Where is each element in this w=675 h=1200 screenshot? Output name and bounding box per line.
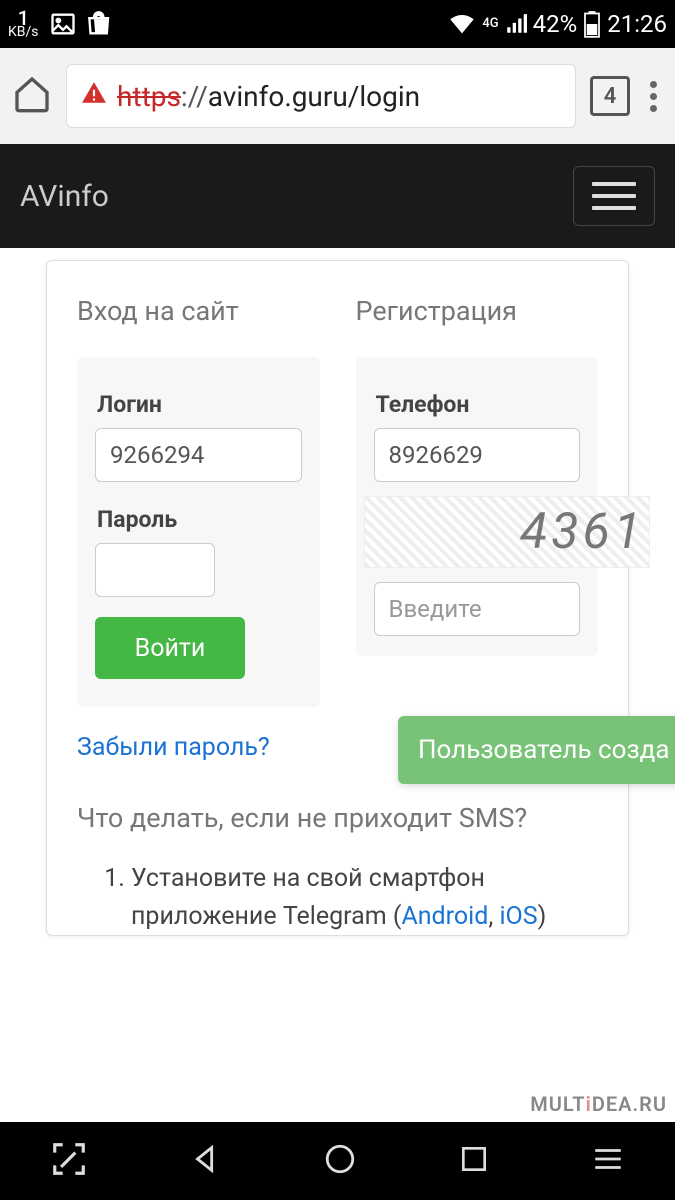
url-host: avinfo.guru xyxy=(208,80,348,113)
captcha-text: 4361 xyxy=(520,503,645,561)
success-toast: Пользователь созда xyxy=(398,716,675,784)
page-content: Вход на сайт Логин Пароль Войти Забыли п… xyxy=(0,248,675,1122)
login-title: Вход на сайт xyxy=(77,295,320,327)
sms-help-step1b: ) xyxy=(538,902,547,931)
captcha-image: 4361 xyxy=(364,496,651,568)
password-label: Пароль xyxy=(97,506,302,533)
forgot-password-link[interactable]: Забыли пароль? xyxy=(77,733,270,762)
login-column: Вход на сайт Логин Пароль Войти Забыли п… xyxy=(77,295,320,802)
android-nav-bar xyxy=(0,1122,675,1200)
toast-message: Пользователь созда xyxy=(418,735,670,765)
register-title: Регистрация xyxy=(356,295,599,327)
android-status-bar: 1 KB/s 4G 42% 21:26 xyxy=(0,0,675,48)
phone-label: Телефон xyxy=(376,391,581,418)
login-submit-button[interactable]: Войти xyxy=(95,617,245,679)
password-input[interactable] xyxy=(95,543,215,597)
url-scheme: https xyxy=(117,80,181,113)
sms-sep: , xyxy=(488,902,499,931)
warning-icon xyxy=(81,80,107,113)
tab-switcher[interactable]: 4 xyxy=(590,76,630,116)
status-left: 1 KB/s xyxy=(8,10,115,39)
browser-toolbar: https://avinfo.guru/login 4 xyxy=(0,48,675,144)
telegram-ios-link[interactable]: iOS xyxy=(499,902,537,931)
shopping-bag-icon xyxy=(87,10,115,38)
speed-unit: KB/s xyxy=(8,27,39,39)
url-sep: :// xyxy=(181,80,208,113)
url-bar[interactable]: https://avinfo.guru/login xyxy=(66,64,576,128)
sms-help-title: Что делать, если не приходит SMS? xyxy=(77,802,598,834)
browser-menu-button[interactable] xyxy=(644,81,663,112)
phone-input[interactable] xyxy=(374,428,581,482)
back-icon[interactable] xyxy=(189,1142,223,1180)
picture-icon xyxy=(49,10,77,38)
login-panel: Логин Пароль Войти xyxy=(77,357,320,707)
network-type: 4G xyxy=(482,18,498,29)
captcha-input[interactable] xyxy=(374,582,581,636)
site-menu-button[interactable] xyxy=(573,166,655,226)
battery-icon xyxy=(583,10,601,38)
tab-count-value: 4 xyxy=(604,84,617,109)
sms-help-step-1: Установите на свой смартфон приложение T… xyxy=(131,860,598,935)
watermark: MULTiDEA.RU xyxy=(530,1092,667,1116)
site-header: AVinfo xyxy=(0,144,675,248)
network-speed: 1 KB/s xyxy=(8,10,39,39)
login-label: Логин xyxy=(97,391,302,418)
status-right: 4G 42% 21:26 xyxy=(448,10,667,38)
battery-percentage: 42% xyxy=(533,10,578,38)
clock: 21:26 xyxy=(607,10,667,38)
fullscreen-edit-icon[interactable] xyxy=(50,1140,88,1182)
cell-signal-icon xyxy=(505,13,527,35)
home-icon[interactable] xyxy=(323,1142,357,1180)
sms-help-list: Установите на свой смартфон приложение T… xyxy=(77,860,598,935)
telegram-android-link[interactable]: Android xyxy=(401,902,488,931)
menu-icon[interactable] xyxy=(591,1142,625,1180)
url-path: /login xyxy=(348,80,420,113)
forgot-block: Забыли пароль? xyxy=(77,733,320,762)
login-submit-label: Войти xyxy=(135,634,206,663)
wifi-icon xyxy=(448,12,476,36)
recents-icon[interactable] xyxy=(458,1143,490,1179)
auth-card: Вход на сайт Логин Пароль Войти Забыли п… xyxy=(46,260,629,936)
home-button[interactable] xyxy=(12,74,52,118)
site-brand[interactable]: AVinfo xyxy=(20,179,109,214)
register-panel: Телефон 4361 xyxy=(356,357,599,656)
login-input[interactable] xyxy=(95,428,302,482)
